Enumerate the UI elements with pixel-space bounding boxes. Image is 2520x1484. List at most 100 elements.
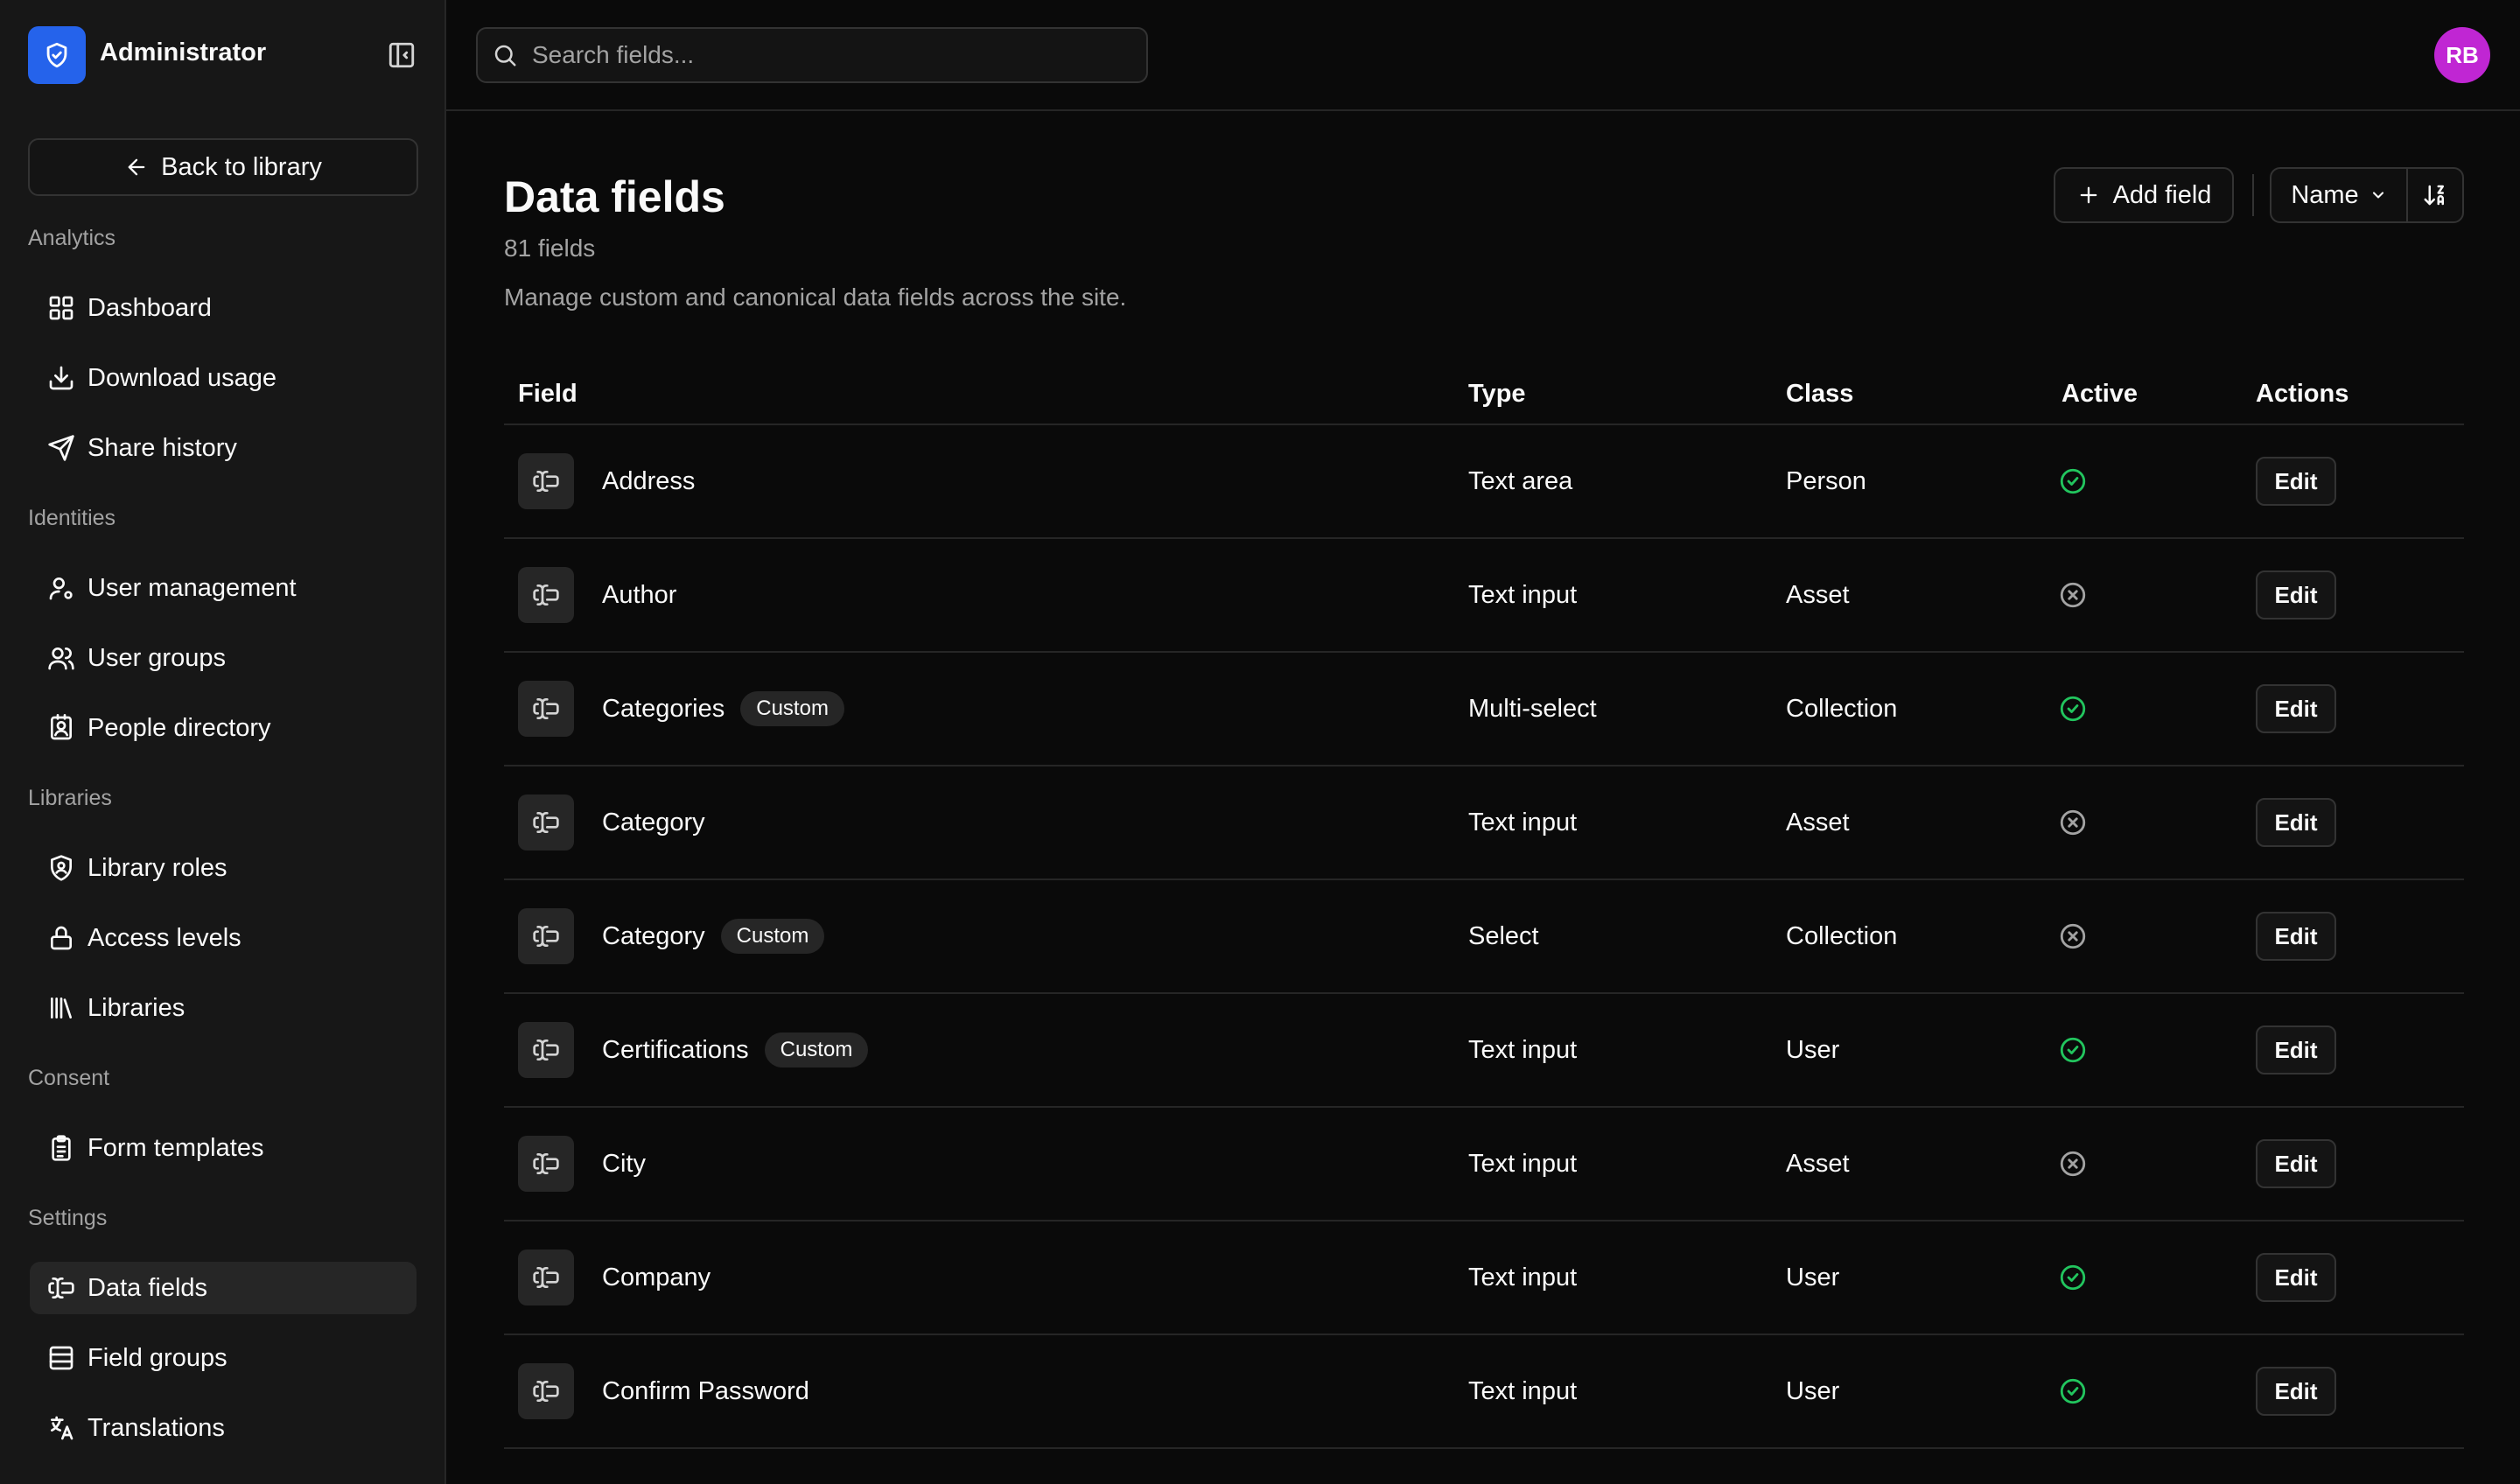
sidebar-item-label: Data fields [88, 1273, 208, 1302]
sidebar: Administrator Back to library Analytics … [0, 0, 446, 1484]
page-title: Data fields [504, 172, 725, 221]
class-cell: User [1786, 1263, 1840, 1292]
search-input[interactable] [530, 40, 1129, 70]
library-icon [47, 994, 75, 1022]
sort-field-select[interactable]: Name [2272, 169, 2408, 221]
sidebar-item-data-fields[interactable]: Data fields [30, 1262, 416, 1314]
type-cell: Text input [1468, 1149, 1578, 1178]
data-fields-table: Field Type Class Active Actions Address T… [504, 366, 2464, 1449]
sidebar-item-label: Share history [88, 433, 237, 462]
search-box[interactable] [476, 27, 1148, 83]
class-cell: Asset [1786, 1149, 1850, 1178]
sidebar-item-user-management[interactable]: User management [30, 562, 416, 614]
edit-button[interactable]: Edit [2256, 684, 2336, 733]
sidebar-item-people-directory[interactable]: People directory [30, 702, 416, 754]
actions-cell: Edit [2256, 425, 2336, 537]
table-row: Confirm Password Text input User Edit [504, 1335, 2464, 1449]
field-cell: Confirm Password [518, 1335, 809, 1447]
user-cog-icon [47, 574, 75, 602]
column-header-field[interactable]: Field [518, 380, 578, 409]
back-to-library-button[interactable]: Back to library [28, 138, 418, 196]
class-cell: Collection [1786, 694, 1898, 723]
field-name: Confirm Password [602, 1376, 809, 1405]
table-icon [47, 1344, 75, 1372]
active-cell [2058, 653, 2088, 765]
field-name: Author [602, 580, 677, 609]
page-description: Manage custom and canonical data fields … [504, 284, 1127, 311]
table-row: City Text input Asset Edit [504, 1108, 2464, 1222]
field-name: Company [602, 1263, 711, 1292]
column-header-type[interactable]: Type [1468, 380, 1526, 409]
x-circle-icon [2058, 808, 2088, 837]
type-cell: Text input [1468, 580, 1578, 609]
sidebar-toggle-icon[interactable] [387, 40, 416, 70]
class-cell: Person [1786, 466, 1866, 495]
sidebar-item-libraries[interactable]: Libraries [30, 982, 416, 1034]
field-count: 81 fields [504, 234, 596, 262]
table-row: Author Text input Asset Edit [504, 539, 2464, 653]
dashboard-icon [47, 294, 75, 322]
check-circle-icon [2058, 1263, 2088, 1292]
sidebar-item-dashboard[interactable]: Dashboard [30, 282, 416, 334]
lock-icon [47, 924, 75, 952]
field-name: City [602, 1149, 646, 1178]
sidebar-item-label: User management [88, 573, 297, 602]
actions-cell: Edit [2256, 1108, 2336, 1220]
sidebar-item-label: Download usage [88, 363, 277, 392]
text-cursor-input-icon [518, 681, 574, 737]
shield-check-icon [28, 26, 86, 84]
field-name: Category [602, 808, 705, 836]
active-cell [2058, 1335, 2088, 1447]
edit-button[interactable]: Edit [2256, 912, 2336, 961]
sidebar-item-label: Form templates [88, 1133, 264, 1162]
sidebar-item-field-groups[interactable]: Field groups [30, 1332, 416, 1384]
sidebar-item-label: Access levels [88, 923, 242, 952]
sort-control: Name [2270, 167, 2464, 223]
table-row: Address Text area Person Edit [504, 425, 2464, 539]
text-cursor-input-icon [518, 1250, 574, 1306]
brand[interactable]: Administrator [28, 26, 418, 84]
actions-cell: Edit [2256, 653, 2336, 765]
send-icon [47, 434, 75, 462]
edit-button[interactable]: Edit [2256, 1367, 2336, 1416]
edit-button[interactable]: Edit [2256, 1026, 2336, 1074]
class-cell: User [1786, 1376, 1840, 1405]
x-circle-icon [2058, 921, 2088, 951]
avatar[interactable]: RB [2434, 27, 2490, 83]
actions-cell: Edit [2256, 994, 2336, 1106]
sidebar-item-user-groups[interactable]: User groups [30, 632, 416, 684]
plus-icon [2076, 183, 2101, 207]
table-body: Address Text area Person Edit Author Text inp… [504, 425, 2464, 1449]
x-circle-icon [2058, 1149, 2088, 1179]
sidebar-item-access-levels[interactable]: Access levels [30, 912, 416, 964]
active-cell [2058, 880, 2088, 992]
sidebar-item-label: Library roles [88, 853, 228, 882]
field-cell: Address [518, 425, 695, 537]
add-field-button[interactable]: Add field [2054, 167, 2234, 223]
sort-direction-button[interactable] [2408, 169, 2462, 221]
sidebar-item-label: User groups [88, 643, 226, 672]
sidebar-item-download-usage[interactable]: Download usage [30, 352, 416, 404]
sidebar-item-translations[interactable]: Translations [30, 1402, 416, 1454]
nav-section-libraries: Libraries [28, 786, 112, 810]
actions-cell: Edit [2256, 766, 2336, 878]
contact-icon [47, 714, 75, 742]
edit-button[interactable]: Edit [2256, 798, 2336, 847]
class-cell: User [1786, 1035, 1840, 1064]
sidebar-item-share-history[interactable]: Share history [30, 422, 416, 474]
column-header-active[interactable]: Active [2062, 380, 2138, 409]
sidebar-item-library-roles[interactable]: Library roles [30, 842, 416, 894]
custom-badge: Custom [740, 691, 844, 726]
custom-badge: Custom [764, 1032, 869, 1068]
edit-button[interactable]: Edit [2256, 457, 2336, 506]
active-cell [2058, 425, 2088, 537]
edit-button[interactable]: Edit [2256, 1139, 2336, 1188]
class-cell: Asset [1786, 808, 1850, 836]
column-header-class[interactable]: Class [1786, 380, 1853, 409]
sidebar-item-form-templates[interactable]: Form templates [30, 1122, 416, 1174]
edit-button[interactable]: Edit [2256, 570, 2336, 620]
edit-button[interactable]: Edit [2256, 1253, 2336, 1302]
text-cursor-input-icon [518, 453, 574, 509]
table-header: Field Type Class Active Actions [504, 366, 2464, 425]
text-cursor-input-icon [47, 1274, 75, 1302]
